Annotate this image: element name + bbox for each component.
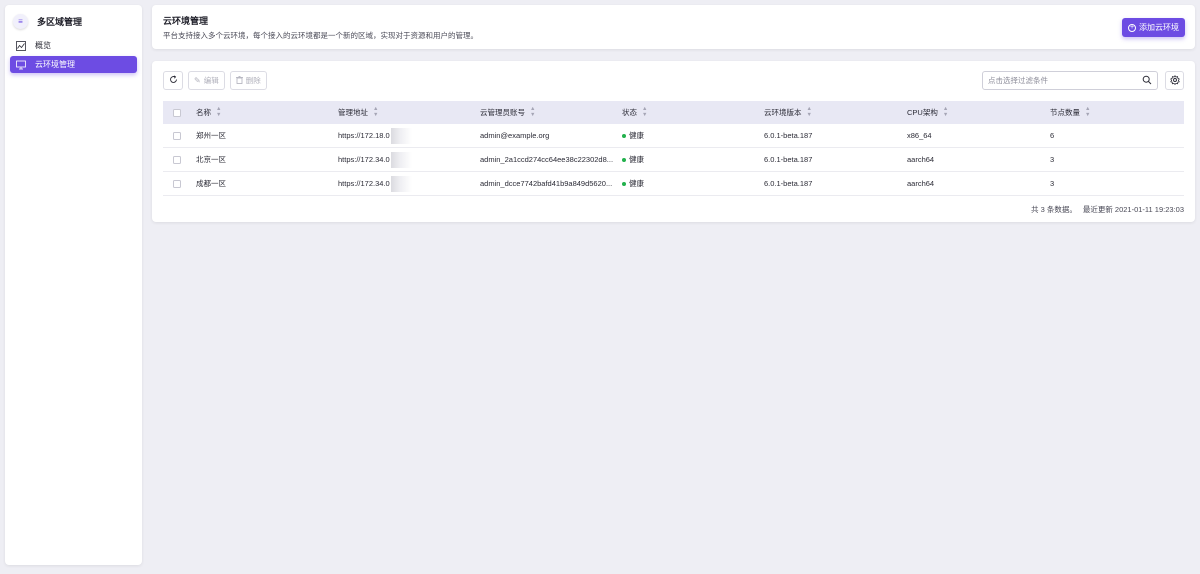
cell-status: 健康 bbox=[622, 154, 764, 165]
redacted-mask bbox=[390, 151, 421, 168]
sort-icon[interactable]: ▲ ▼ bbox=[642, 107, 647, 118]
cell-address: https://172.34.0 bbox=[338, 151, 480, 168]
sidebar-item-overview[interactable]: 概览 bbox=[10, 37, 137, 54]
column-header-account[interactable]: 云管理员账号 ▲ ▼ bbox=[480, 107, 622, 118]
cell-status: 健康 bbox=[622, 178, 764, 189]
search-icon[interactable] bbox=[1142, 75, 1152, 87]
sort-icon[interactable]: ▲ ▼ bbox=[1085, 107, 1090, 118]
cell-version: 6.0.1-beta.187 bbox=[764, 131, 813, 140]
table-footer: 共 3 条数据。 最近更新 2021-01-11 19:23:03 bbox=[1031, 204, 1184, 215]
cell-name: 成都一区 bbox=[196, 179, 226, 188]
column-header-nodes[interactable]: 节点数量 ▲ ▼ bbox=[1050, 107, 1184, 118]
status-dot bbox=[622, 181, 626, 186]
table-header: 名称 ▲ ▼ 管理地址 ▲ ▼ 云管理员账号 ▲ ▼ 状态 ▲ ▼ 云环境版本 ▲ ▼ CPU架构 ▲… bbox=[163, 101, 1184, 124]
cell-address: https://172.18.0 bbox=[338, 127, 480, 144]
cell-cpu: aarch64 bbox=[907, 155, 935, 164]
column-header-status[interactable]: 状态 ▲ ▼ bbox=[622, 107, 764, 118]
add-button-label: 添加云环境 bbox=[1139, 23, 1179, 32]
gear-icon bbox=[1169, 74, 1180, 87]
chart-icon bbox=[16, 40, 26, 51]
cell-account: admin@example.org bbox=[480, 131, 550, 140]
table-row[interactable]: 北京一区 https://172.34.0 admin_2a1ccd274cc6… bbox=[163, 148, 1184, 172]
status-dot bbox=[622, 133, 626, 138]
cell-nodes: 3 bbox=[1050, 155, 1055, 164]
refresh-button[interactable] bbox=[163, 71, 183, 90]
cell-cpu: x86_64 bbox=[907, 131, 932, 140]
settings-button[interactable] bbox=[1165, 71, 1184, 90]
status-dot bbox=[622, 157, 626, 162]
content-card: ✎ 编辑 删除 点击选择过滤条件 名称 ▲ ▼ 管理地址 ▲ ▼ 云管理员账号 ▲ ▼ 状态… bbox=[152, 61, 1195, 222]
cell-nodes: 3 bbox=[1050, 179, 1055, 188]
cloud-env-table: 名称 ▲ ▼ 管理地址 ▲ ▼ 云管理员账号 ▲ ▼ 状态 ▲ ▼ 云环境版本 ▲ ▼ CPU架构 ▲… bbox=[163, 101, 1184, 196]
redacted-mask bbox=[390, 175, 421, 192]
sidebar: ≡ 多区域管理 概览 云环境管理 bbox=[5, 5, 142, 565]
total-count: 共 3 条数据。 bbox=[1030, 205, 1077, 214]
last-updated: 最近更新 2021-01-11 19:23:03 bbox=[1082, 205, 1184, 214]
column-header-name[interactable]: 名称 ▲ ▼ bbox=[196, 107, 338, 118]
trash-icon bbox=[235, 75, 243, 86]
cell-cpu: aarch64 bbox=[907, 179, 935, 188]
column-header-address[interactable]: 管理地址 ▲ ▼ bbox=[338, 107, 480, 118]
cell-name: 郑州一区 bbox=[196, 131, 226, 140]
sidebar-item-cloud-env[interactable]: 云环境管理 bbox=[10, 56, 137, 73]
edit-icon: ✎ bbox=[194, 76, 201, 85]
cell-status: 健康 bbox=[622, 130, 764, 141]
cell-address: https://172.34.0 bbox=[338, 175, 480, 192]
add-cloud-env-button[interactable]: + 添加云环境 bbox=[1122, 18, 1185, 37]
sidebar-header: ≡ 多区域管理 bbox=[5, 5, 142, 37]
cell-nodes: 6 bbox=[1050, 131, 1055, 140]
sidebar-title: 多区域管理 bbox=[37, 16, 83, 27]
refresh-icon bbox=[169, 75, 178, 86]
sidebar-item-label: 概览 bbox=[35, 41, 51, 50]
toolbar: ✎ 编辑 删除 bbox=[163, 71, 267, 90]
cell-name: 北京一区 bbox=[196, 155, 226, 164]
cell-version: 6.0.1-beta.187 bbox=[764, 179, 813, 188]
page-title: 云环境管理 bbox=[163, 16, 209, 26]
search-placeholder: 点击选择过滤条件 bbox=[988, 76, 1048, 85]
cell-account: admin_2a1ccd274cc64ee38c22302d8... bbox=[480, 155, 614, 164]
column-header-version[interactable]: 云环境版本 ▲ ▼ bbox=[764, 107, 907, 118]
sort-icon[interactable]: ▲ ▼ bbox=[807, 107, 812, 118]
table-row[interactable]: 成都一区 https://172.34.0 admin_dcce7742bafd… bbox=[163, 172, 1184, 196]
monitor-icon bbox=[16, 60, 26, 70]
sort-icon[interactable]: ▲ ▼ bbox=[530, 107, 535, 118]
sort-icon[interactable]: ▲ ▼ bbox=[943, 107, 948, 118]
row-checkbox[interactable] bbox=[173, 155, 181, 164]
select-all-checkbox[interactable] bbox=[173, 108, 181, 117]
edit-label: 编辑 bbox=[203, 76, 219, 85]
row-checkbox[interactable] bbox=[173, 179, 181, 188]
sidebar-item-label: 云环境管理 bbox=[35, 60, 75, 69]
redacted-mask bbox=[390, 127, 421, 144]
plus-circle-icon: + bbox=[1128, 23, 1136, 32]
page-description: 平台支持接入多个云环境，每个接入的云环境都是一个新的区域，实现对于资源和用户的管… bbox=[163, 31, 478, 40]
edit-button[interactable]: ✎ 编辑 bbox=[188, 71, 225, 90]
delete-button[interactable]: 删除 bbox=[229, 71, 267, 90]
row-checkbox[interactable] bbox=[173, 131, 181, 140]
page-header: 云环境管理 平台支持接入多个云环境，每个接入的云环境都是一个新的区域，实现对于资… bbox=[152, 5, 1195, 49]
cell-account: admin_dcce7742bafd41b9a849d5620... bbox=[480, 179, 613, 188]
filter-search-input[interactable]: 点击选择过滤条件 bbox=[982, 71, 1158, 90]
cell-version: 6.0.1-beta.187 bbox=[764, 155, 813, 164]
sort-icon[interactable]: ▲ ▼ bbox=[373, 107, 378, 118]
menu-icon[interactable]: ≡ bbox=[13, 13, 28, 29]
column-header-cpu[interactable]: CPU架构 ▲ ▼ bbox=[907, 107, 1050, 118]
sort-icon[interactable]: ▲ ▼ bbox=[216, 107, 221, 118]
table-row[interactable]: 郑州一区 https://172.18.0 admin@example.org … bbox=[163, 124, 1184, 148]
delete-label: 删除 bbox=[245, 76, 261, 85]
